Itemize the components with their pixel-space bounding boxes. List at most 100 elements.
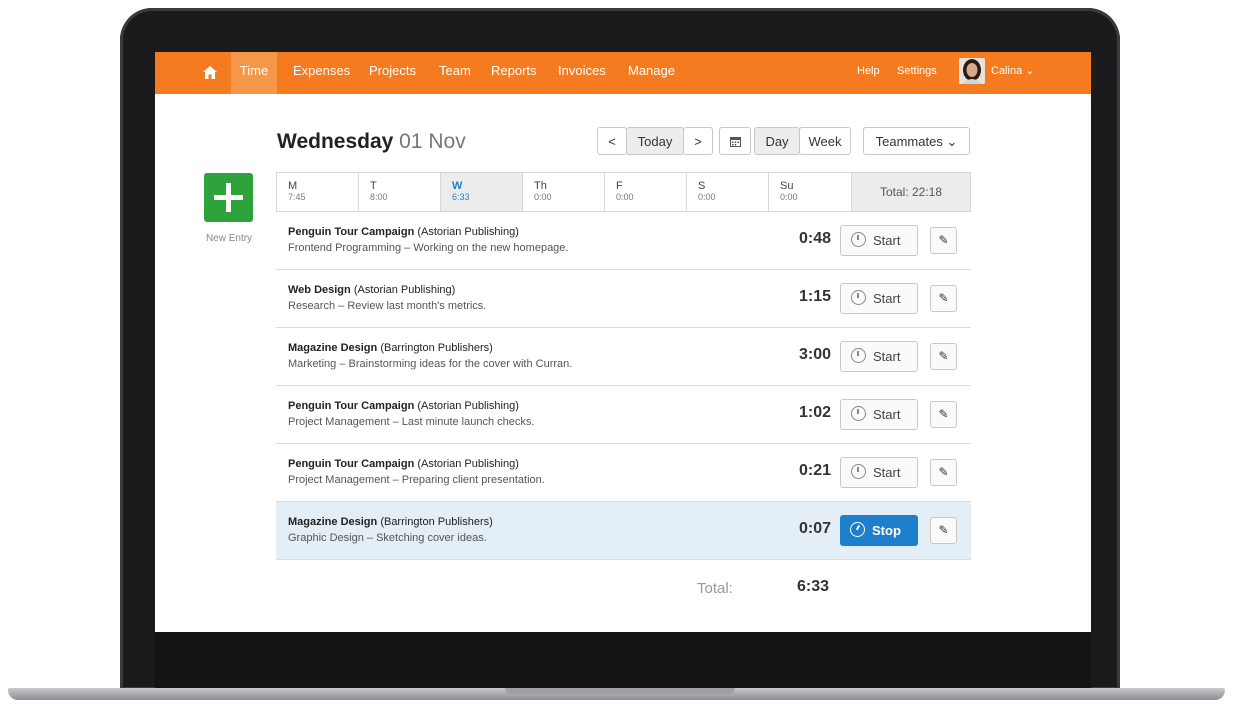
nav-reports[interactable]: Reports xyxy=(491,52,537,94)
prev-day-button[interactable]: < xyxy=(597,127,627,155)
clock-icon xyxy=(851,464,866,479)
day-label: Su xyxy=(780,180,794,192)
time-entry-row: Magazine Design (Barrington Publishers) … xyxy=(276,328,971,386)
time-entry-row: Penguin Tour Campaign (Astorian Publishi… xyxy=(276,386,971,444)
pencil-icon[interactable]: ✎ xyxy=(930,517,957,544)
day-tab-sat[interactable]: S 0:00 xyxy=(687,173,769,211)
page-title: Wednesday 01 Nov xyxy=(277,130,466,154)
entry-project: Web Design xyxy=(288,284,351,296)
pencil-icon[interactable]: ✎ xyxy=(930,285,957,312)
day-tab-sun[interactable]: Su 0:00 xyxy=(769,173,852,211)
entry-task: Research xyxy=(288,300,336,312)
nav-help[interactable]: Help xyxy=(857,52,880,94)
day-total-label: Total: xyxy=(697,580,733,597)
entry-note: Last minute launch checks. xyxy=(401,416,535,428)
start-label: Start xyxy=(873,233,901,248)
entry-separator: – xyxy=(404,242,411,254)
entry-duration: 3:00 xyxy=(798,346,831,363)
day-tab-mon[interactable]: M 7:45 xyxy=(277,173,359,211)
entry-note: Review last month's metrics. xyxy=(347,300,487,312)
day-hours: 6:33 xyxy=(452,192,470,202)
entry-note: Brainstorming ideas for the cover with C… xyxy=(348,358,573,370)
entry-note: Preparing client presentation. xyxy=(401,474,545,486)
nav-projects[interactable]: Projects xyxy=(369,52,416,94)
start-timer-button[interactable]: Start xyxy=(840,341,918,372)
entry-task: Project Management xyxy=(288,416,390,428)
entry-client: (Astorian Publishing) xyxy=(417,400,519,412)
start-timer-button[interactable]: Start xyxy=(840,225,918,256)
new-entry-label: New Entry xyxy=(205,233,253,244)
clock-icon xyxy=(851,348,866,363)
nav-manage[interactable]: Manage xyxy=(628,52,675,94)
day-label: T xyxy=(370,180,377,192)
start-timer-button[interactable]: Start xyxy=(840,399,918,430)
entry-task: Project Management xyxy=(288,474,390,486)
day-hours: 7:45 xyxy=(288,192,306,202)
pencil-icon[interactable]: ✎ xyxy=(930,227,957,254)
day-total-value: 6:33 xyxy=(796,578,829,595)
start-label: Start xyxy=(873,407,901,422)
pencil-icon[interactable]: ✎ xyxy=(930,459,957,486)
new-entry-button[interactable] xyxy=(204,173,253,222)
home-icon[interactable] xyxy=(203,52,223,94)
day-label: Th xyxy=(534,180,547,192)
day-view-button[interactable]: Day xyxy=(754,127,800,155)
entry-duration: 1:02 xyxy=(798,404,831,421)
calendar-icon[interactable] xyxy=(719,127,751,155)
entry-task: Marketing xyxy=(288,358,337,370)
stop-timer-button[interactable]: Stop xyxy=(840,515,918,546)
entry-separator: – xyxy=(338,300,345,312)
day-tab-thu[interactable]: Th 0:00 xyxy=(523,173,605,211)
day-tab-wed[interactable]: W 6:33 xyxy=(441,173,523,211)
week-view-button[interactable]: Week xyxy=(799,127,851,155)
time-entry-row: Web Design (Astorian Publishing) Researc… xyxy=(276,270,971,328)
time-entry-row-running: Magazine Design (Barrington Publishers) … xyxy=(276,502,971,560)
start-label: Start xyxy=(873,465,901,480)
top-navigation: Time Expenses Projects Team Reports Invo… xyxy=(155,52,1091,94)
entry-client: (Astorian Publishing) xyxy=(417,226,519,238)
stop-label: Stop xyxy=(872,523,901,538)
entry-duration: 0:21 xyxy=(798,462,831,479)
entry-project: Magazine Design xyxy=(288,342,378,354)
day-hours: 0:00 xyxy=(616,192,634,202)
entry-note: Working on the new homepage. xyxy=(413,242,569,254)
clock-icon xyxy=(851,232,866,247)
today-button[interactable]: Today xyxy=(626,127,684,155)
clock-icon xyxy=(851,290,866,305)
entry-client: (Barrington Publishers) xyxy=(380,342,493,354)
user-menu[interactable]: Calina ⌄ xyxy=(991,52,1034,94)
entry-project: Penguin Tour Campaign xyxy=(288,458,415,470)
time-entry-row: Penguin Tour Campaign (Astorian Publishi… xyxy=(276,212,971,270)
pencil-icon[interactable]: ✎ xyxy=(930,343,957,370)
day-tab-tue[interactable]: T 8:00 xyxy=(359,173,441,211)
day-name: Wednesday xyxy=(277,130,394,153)
week-total: Total: 22:18 xyxy=(852,173,970,211)
entry-project: Penguin Tour Campaign xyxy=(288,400,415,412)
day-hours: 8:00 xyxy=(370,192,388,202)
laptop-bezel xyxy=(155,632,1091,688)
nav-invoices[interactable]: Invoices xyxy=(558,52,606,94)
day-label: W xyxy=(452,180,463,192)
nav-team[interactable]: Team xyxy=(439,52,471,94)
day-hours: 0:00 xyxy=(780,192,798,202)
teammates-dropdown[interactable]: Teammates ⌄ xyxy=(863,127,970,155)
entry-separator: – xyxy=(392,416,399,428)
pencil-icon[interactable]: ✎ xyxy=(930,401,957,428)
entry-client: (Astorian Publishing) xyxy=(417,458,519,470)
avatar[interactable] xyxy=(959,58,985,84)
entry-separator: – xyxy=(339,358,346,370)
day-date: 01 Nov xyxy=(399,130,466,153)
entry-task: Graphic Design xyxy=(288,532,364,544)
entry-duration: 0:07 xyxy=(798,520,831,537)
app-screen: Time Expenses Projects Team Reports Invo… xyxy=(155,52,1091,632)
nav-settings[interactable]: Settings xyxy=(897,52,937,94)
nav-expenses[interactable]: Expenses xyxy=(293,52,350,94)
day-tab-fri[interactable]: F 0:00 xyxy=(605,173,687,211)
next-day-button[interactable]: > xyxy=(683,127,713,155)
entry-task: Frontend Programming xyxy=(288,242,402,254)
start-timer-button[interactable]: Start xyxy=(840,283,918,314)
day-hours: 0:00 xyxy=(698,192,716,202)
entry-note: Sketching cover ideas. xyxy=(376,532,487,544)
nav-time[interactable]: Time xyxy=(231,52,277,94)
start-timer-button[interactable]: Start xyxy=(840,457,918,488)
